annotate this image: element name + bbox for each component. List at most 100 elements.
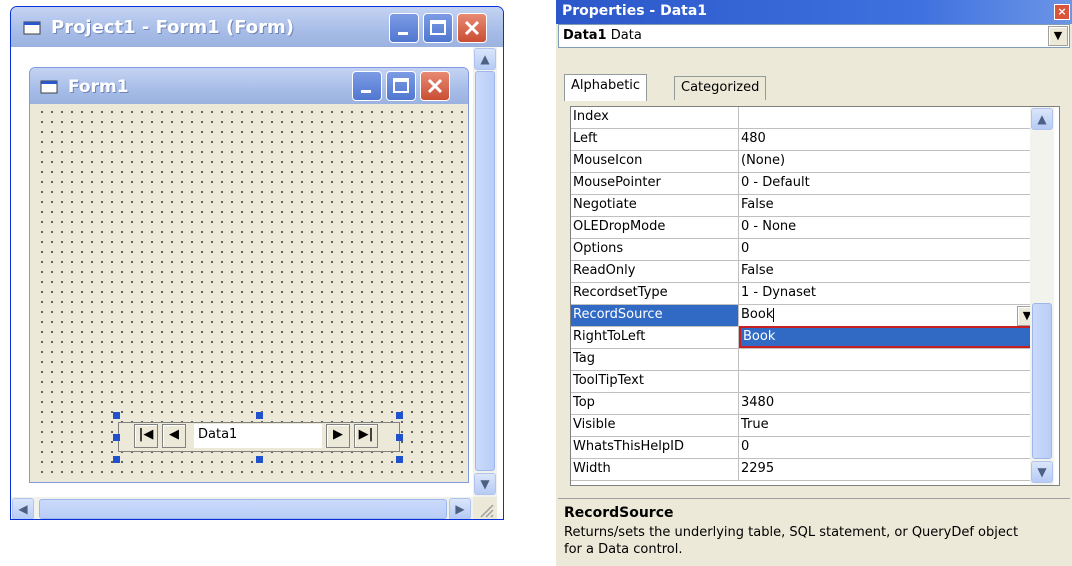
- property-row[interactable]: RecordsetType 1 - Dynaset: [571, 283, 1037, 305]
- resize-handle[interactable]: [113, 456, 120, 463]
- resize-handle[interactable]: [256, 456, 263, 463]
- form-icon: [23, 21, 41, 35]
- form1-titlebar[interactable]: Form1: [30, 68, 468, 104]
- property-value[interactable]: [739, 349, 1037, 370]
- object-selector-dropdown-button[interactable]: ▼: [1048, 26, 1068, 46]
- form1-close-button[interactable]: [420, 71, 450, 101]
- property-row[interactable]: Options 0: [571, 239, 1037, 261]
- move-last-button[interactable]: ▶|: [354, 424, 378, 448]
- scroll-left-button[interactable]: ◀: [12, 498, 34, 519]
- previous-record-icon: ◀: [169, 427, 179, 442]
- minimize-icon: [398, 32, 408, 35]
- project-window: Project1 - Form1 (Form) Form1 |◀ ◀ Data1…: [10, 6, 504, 520]
- property-name: Visible: [571, 415, 739, 436]
- property-value[interactable]: 3480: [739, 393, 1037, 414]
- property-row[interactable]: Top 3480: [571, 393, 1037, 415]
- move-next-button[interactable]: ▶: [326, 424, 350, 448]
- property-value[interactable]: (None): [739, 151, 1037, 172]
- property-value[interactable]: [739, 371, 1037, 392]
- property-row[interactable]: Width 2295: [571, 459, 1037, 481]
- property-value[interactable]: True: [739, 415, 1037, 436]
- property-value[interactable]: False: [739, 261, 1037, 282]
- property-value[interactable]: [739, 107, 1037, 128]
- property-value[interactable]: 0 - None: [739, 217, 1037, 238]
- move-previous-button[interactable]: ◀: [162, 424, 186, 448]
- property-row-selected[interactable]: RecordSource Book ▼: [571, 305, 1037, 327]
- object-name: Data1: [563, 28, 607, 43]
- chevron-down-icon: ▼: [1037, 465, 1047, 479]
- chevron-down-icon: ▼: [480, 477, 490, 491]
- property-value[interactable]: 1 - Dynaset: [739, 283, 1037, 304]
- property-value[interactable]: False: [739, 195, 1037, 216]
- property-row[interactable]: Index: [571, 107, 1037, 129]
- properties-title: Properties - Data1: [562, 3, 708, 19]
- maximize-icon: [393, 78, 409, 93]
- property-row[interactable]: Negotiate False: [571, 195, 1037, 217]
- form1-maximize-button[interactable]: [386, 71, 416, 101]
- form-icon: [40, 80, 58, 94]
- horizontal-scrollbar[interactable]: ◀ ▶: [11, 497, 473, 519]
- form-design-surface[interactable]: |◀ ◀ Data1 ▶ ▶|: [34, 104, 466, 480]
- property-row[interactable]: MousePointer 0 - Default: [571, 173, 1037, 195]
- property-name: Left: [571, 129, 739, 150]
- grid-scroll-down-button[interactable]: ▼: [1031, 461, 1053, 483]
- minimize-button[interactable]: [389, 13, 419, 43]
- object-selector[interactable]: Data1 Data ▼: [558, 24, 1070, 48]
- property-name: Negotiate: [571, 195, 739, 216]
- move-first-button[interactable]: |◀: [134, 424, 158, 448]
- property-row[interactable]: ToolTipText: [571, 371, 1037, 393]
- form1-minimize-button[interactable]: [352, 71, 382, 101]
- resize-handle[interactable]: [396, 434, 403, 441]
- resize-handle[interactable]: [256, 412, 263, 419]
- maximize-button[interactable]: [423, 13, 453, 43]
- property-value: Book: [741, 307, 774, 322]
- data-control-caption: Data1: [194, 424, 322, 448]
- properties-window: Properties - Data1 × Data1 Data ▼ Alphab…: [556, 0, 1072, 566]
- first-record-icon: |◀: [138, 427, 154, 442]
- horizontal-scroll-thumb[interactable]: [39, 499, 447, 519]
- property-row[interactable]: ReadOnly False: [571, 261, 1037, 283]
- property-row[interactable]: Tag: [571, 349, 1037, 371]
- vertical-scroll-thumb[interactable]: [475, 71, 495, 471]
- vertical-scrollbar[interactable]: ▲ ▼: [473, 47, 497, 497]
- property-row[interactable]: Left 480: [571, 129, 1037, 151]
- property-grid-scrollbar[interactable]: ▲ ▼: [1030, 107, 1054, 485]
- next-record-icon: ▶: [333, 427, 343, 442]
- property-name: RecordSource: [571, 305, 739, 326]
- scroll-up-button[interactable]: ▲: [474, 48, 496, 70]
- resize-handle[interactable]: [113, 434, 120, 441]
- resize-handle[interactable]: [113, 412, 120, 419]
- resize-handle[interactable]: [396, 412, 403, 419]
- scroll-down-button[interactable]: ▼: [474, 473, 496, 495]
- close-icon: [464, 20, 480, 36]
- maximize-icon: [430, 20, 446, 35]
- properties-titlebar[interactable]: Properties - Data1 ×: [556, 0, 1072, 24]
- tab-categorized[interactable]: Categorized: [674, 76, 767, 100]
- property-row[interactable]: WhatsThisHelpID 0: [571, 437, 1037, 459]
- chevron-down-icon: ▼: [1053, 29, 1063, 42]
- property-value[interactable]: 0: [739, 437, 1037, 458]
- chevron-right-icon: ▶: [455, 502, 465, 516]
- property-name: Index: [571, 107, 739, 128]
- property-row[interactable]: OLEDropMode 0 - None: [571, 217, 1037, 239]
- properties-close-button[interactable]: ×: [1054, 4, 1070, 20]
- recordsource-value-input[interactable]: Book: [739, 305, 1037, 326]
- tab-alphabetic[interactable]: Alphabetic: [564, 74, 648, 101]
- grid-scroll-thumb[interactable]: [1032, 303, 1052, 459]
- property-value[interactable]: 2295: [739, 459, 1037, 480]
- close-button[interactable]: [457, 13, 487, 43]
- grid-scroll-up-button[interactable]: ▲: [1031, 108, 1053, 130]
- data-control[interactable]: |◀ ◀ Data1 ▶ ▶|: [118, 422, 400, 452]
- resize-handle[interactable]: [396, 456, 403, 463]
- property-value[interactable]: 0: [739, 239, 1037, 260]
- property-row[interactable]: Visible True: [571, 415, 1037, 437]
- close-icon: ×: [1057, 5, 1067, 18]
- property-value[interactable]: 480: [739, 129, 1037, 150]
- recordsource-dropdown-item[interactable]: Book: [739, 326, 1045, 348]
- property-name: Tag: [571, 349, 739, 370]
- property-value[interactable]: 0 - Default: [739, 173, 1037, 194]
- scroll-right-button[interactable]: ▶: [449, 498, 471, 519]
- project-window-titlebar[interactable]: Project1 - Form1 (Form): [11, 7, 503, 47]
- resize-grip[interactable]: [473, 497, 497, 519]
- property-row[interactable]: MouseIcon (None): [571, 151, 1037, 173]
